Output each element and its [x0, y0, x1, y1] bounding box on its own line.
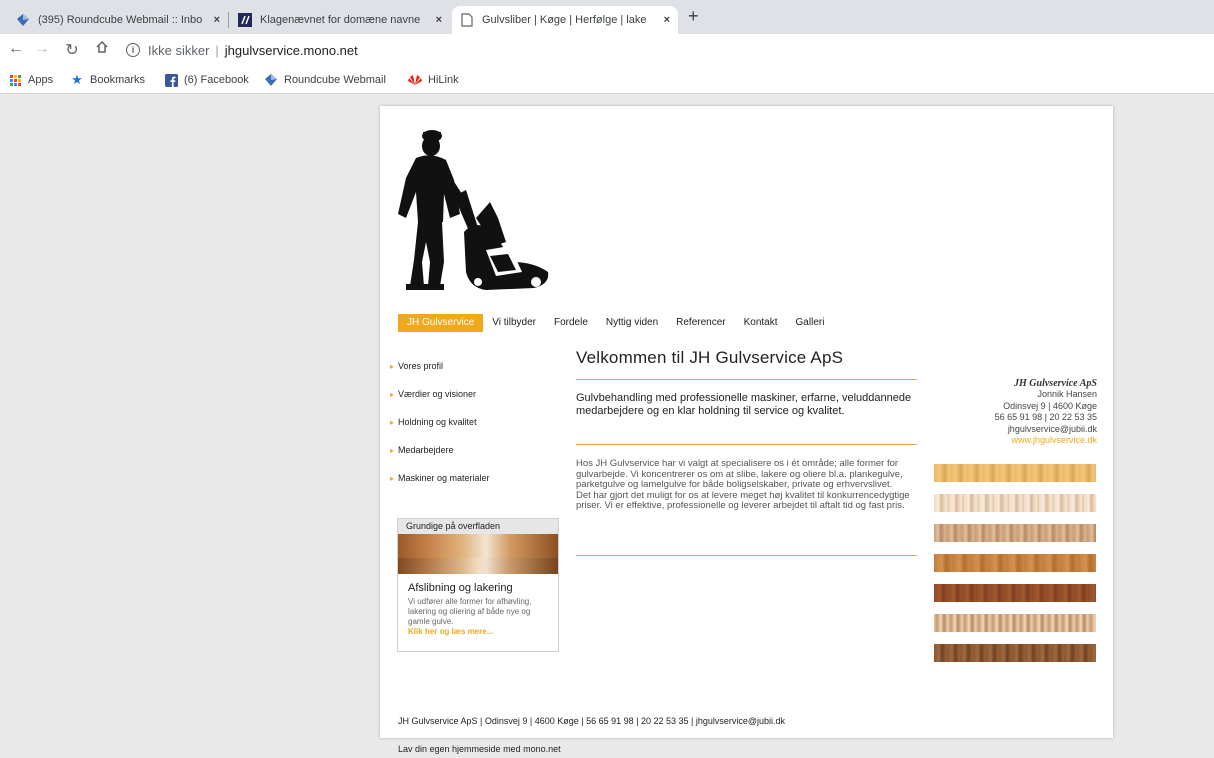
address-separator: |: [215, 42, 219, 58]
wood-sample: [934, 524, 1096, 542]
bookmark-label: HiLink: [428, 74, 459, 86]
star-icon: ★: [71, 72, 83, 87]
forward-arrow-icon[interactable]: →: [32, 40, 52, 58]
arrow-right-icon: ▸: [390, 473, 395, 483]
wood-samples: [934, 464, 1096, 674]
facebook-icon: [164, 73, 178, 87]
contact-address: Odinsvej 9 | 4600 Køge: [1003, 400, 1097, 411]
floor-sander-logo[interactable]: [394, 122, 554, 294]
arrow-right-icon: ▸: [390, 389, 395, 399]
contact-phones: 56 65 91 98 | 20 22 53 35: [994, 412, 1097, 423]
main-menu: JH Gulvservice Vi tilbyder Fordele Nytti…: [398, 314, 833, 332]
menu-item-fordele[interactable]: Fordele: [545, 314, 597, 332]
contact-email[interactable]: jhgulvservice@jubii.dk: [940, 424, 1097, 435]
promo-read-more-link[interactable]: Klik her og læs mere...: [398, 627, 558, 637]
info-icon[interactable]: i: [126, 43, 140, 57]
body-text: Hos JH Gulvservice har vi valgt at speci…: [576, 445, 917, 555]
url-text[interactable]: jhgulvservice.mono.net: [225, 43, 358, 58]
mono-net-link[interactable]: Lav din egen hjemmeside med mono.net: [398, 744, 561, 754]
bookmarks-bar: Apps ★ Bookmarks (6) Facebook Roundcube …: [0, 66, 1214, 94]
sidebar-item-maskiner[interactable]: ▸ Maskiner og materialer: [390, 464, 560, 492]
lead-text: Gulvbehandling med professionelle maskin…: [576, 392, 912, 417]
promo-text: Vi udfører alle former for afhøvling, la…: [408, 597, 532, 626]
contact-info: JH Gulvservice ApS Jonnik Hansen Odinsve…: [940, 378, 1097, 446]
wood-sample: [934, 584, 1096, 602]
main-content: Velkommen til JH Gulvservice ApS Gulvbeh…: [576, 346, 917, 556]
arrow-right-icon: ▸: [390, 361, 395, 371]
wood-sample: [934, 494, 1096, 512]
company-name: JH Gulvservice ApS: [1014, 378, 1097, 389]
bookmark-label: Roundcube Webmail: [284, 74, 386, 86]
new-tab-button[interactable]: +: [688, 6, 699, 27]
sidebar-nav: ▸ Vores profil ▸ Værdier og visioner ▸ Hold…: [390, 352, 560, 492]
bookmark-facebook[interactable]: (6) Facebook: [164, 73, 249, 87]
home-icon[interactable]: [92, 40, 112, 59]
sidebar-item-label: Maskiner og materialer: [398, 473, 490, 483]
site-footer: JH Gulvservice ApS | Odinsvej 9 | 4600 K…: [398, 716, 786, 726]
browser-toolbar: ← → ↻ i Ikke sikker | jhgulvservice.mono…: [0, 34, 1214, 66]
sidebar-item-holdning[interactable]: ▸ Holdning og kvalitet: [390, 408, 560, 436]
tab-strip: (395) Roundcube Webmail :: Inbo × Klagen…: [0, 0, 1214, 34]
bookmark-apps[interactable]: Apps: [8, 73, 53, 87]
not-secure-label: Ikke sikker: [148, 42, 210, 58]
bookmark-roundcube[interactable]: Roundcube Webmail: [264, 73, 386, 87]
roundcube-icon: [16, 13, 30, 27]
sidebar-item-vores-profil[interactable]: ▸ Vores profil: [390, 352, 560, 380]
body-paragraph: Hos JH Gulvservice har vi valgt at speci…: [576, 458, 903, 491]
sidebar-item-medarbejdere[interactable]: ▸ Medarbejdere: [390, 436, 560, 464]
sidebar-item-label: Medarbejdere: [398, 445, 454, 455]
bookmark-label: Bookmarks: [90, 74, 146, 86]
promo-header: Grundige på overfladen: [398, 519, 558, 534]
tab-title: Gulvsliber | Køge | Herfølge | lake: [482, 14, 647, 26]
page-icon: [460, 13, 474, 27]
sidebar-item-label: Værdier og visioner: [398, 389, 477, 399]
wood-sample: [934, 464, 1096, 482]
promo-title: Afslibning og lakering: [408, 582, 513, 594]
menu-item-nyttig-viden[interactable]: Nyttig viden: [597, 314, 667, 332]
arrow-right-icon: ▸: [390, 417, 395, 427]
tab-gulvsliber[interactable]: Gulvsliber | Køge | Herfølge | lake ×: [452, 6, 678, 34]
wood-sample: [934, 614, 1096, 632]
tab-roundcube[interactable]: (395) Roundcube Webmail :: Inbo ×: [8, 6, 228, 34]
menu-item-galleri[interactable]: Galleri: [787, 314, 834, 332]
wood-sample: [934, 644, 1096, 662]
tab-title: Klagenævnet for domæne navne: [260, 14, 421, 26]
bookmark-label: Apps: [28, 74, 54, 86]
menu-item-kontakt[interactable]: Kontakt: [735, 314, 787, 332]
close-tab-icon[interactable]: ×: [214, 14, 220, 26]
tab-separator: [228, 12, 229, 28]
bookmark-bookmarks[interactable]: ★ Bookmarks: [70, 72, 146, 87]
klagenaevnet-icon: [238, 13, 252, 27]
floor-image: [398, 534, 558, 574]
close-tab-icon[interactable]: ×: [436, 14, 442, 26]
sidebar-item-label: Vores profil: [398, 361, 444, 371]
contact-website[interactable]: www.jhgulvservice.dk: [940, 435, 1097, 446]
bookmark-hilink[interactable]: HiLink: [408, 73, 459, 87]
close-tab-icon[interactable]: ×: [664, 14, 670, 26]
sidebar-item-vaerdier[interactable]: ▸ Værdier og visioner: [390, 380, 560, 408]
address-bar[interactable]: i Ikke sikker | jhgulvservice.mono.net: [126, 38, 1206, 62]
divider: [576, 555, 917, 556]
menu-item-referencer[interactable]: Referencer: [667, 314, 734, 332]
roundcube-icon: [264, 73, 278, 87]
tab-title: (395) Roundcube Webmail :: Inbo: [38, 14, 203, 26]
promo-box: Grundige på overfladen Afslibning og lak…: [397, 518, 559, 652]
wood-sample: [934, 554, 1096, 572]
huawei-icon: [408, 73, 422, 87]
bookmark-label: (6) Facebook: [184, 74, 249, 86]
menu-item-vi-tilbyder[interactable]: Vi tilbyder: [483, 314, 545, 332]
body-paragraph: Det har gjort det muligt for os at lever…: [576, 489, 910, 512]
contact-person: Jonnik Hansen: [1037, 389, 1097, 400]
site-page: JH Gulvservice Vi tilbyder Fordele Nytti…: [380, 106, 1113, 738]
tab-klagenaevnet[interactable]: Klagenævnet for domæne navne ×: [230, 6, 450, 34]
arrow-right-icon: ▸: [390, 445, 395, 455]
page-title: Velkommen til JH Gulvservice ApS: [576, 348, 844, 367]
back-arrow-icon[interactable]: ←: [6, 40, 26, 58]
menu-item-jh-gulvservice[interactable]: JH Gulvservice: [398, 314, 484, 332]
sidebar-item-label: Holdning og kvalitet: [398, 417, 477, 427]
reload-icon[interactable]: ↻: [62, 40, 82, 60]
apps-grid-icon: [8, 73, 22, 87]
